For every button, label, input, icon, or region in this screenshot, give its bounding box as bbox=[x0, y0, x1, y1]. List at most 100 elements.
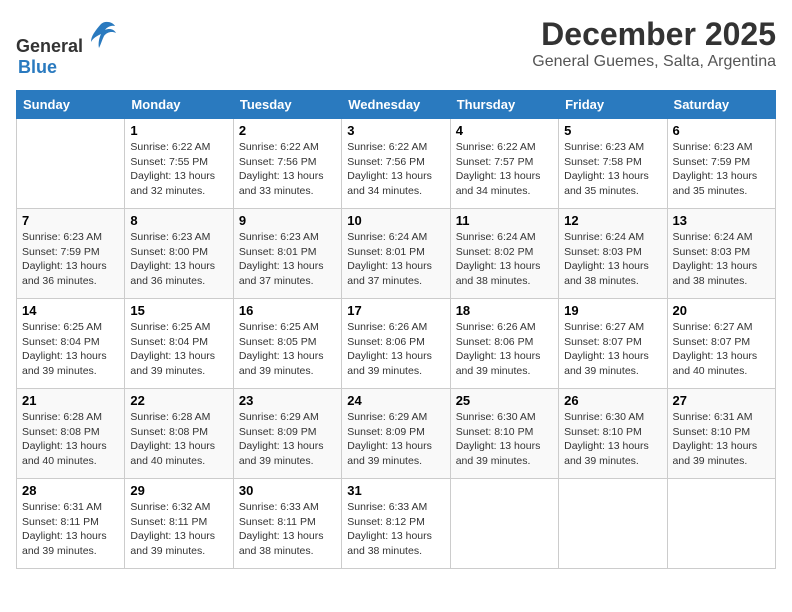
weekday-header-saturday: Saturday bbox=[667, 91, 775, 119]
calendar-cell bbox=[450, 479, 558, 569]
location-title: General Guemes, Salta, Argentina bbox=[532, 53, 776, 71]
day-number: 7 bbox=[22, 213, 119, 228]
month-title: December 2025 bbox=[532, 16, 776, 53]
calendar-cell: 18 Sunrise: 6:26 AM Sunset: 8:06 PM Dayli… bbox=[450, 299, 558, 389]
calendar-cell: 19Sunrise: 6:27 AM Sunset: 8:07 PM Dayli… bbox=[559, 299, 667, 389]
day-info: Sunrise: 6:30 AM Sunset: 8:10 PM Dayligh… bbox=[456, 410, 553, 469]
day-info: Sunrise: 6:32 AM Sunset: 8:11 PM Dayligh… bbox=[130, 500, 227, 559]
day-info: Sunrise: 6:29 AM Sunset: 8:09 PM Dayligh… bbox=[347, 410, 444, 469]
calendar-cell: 6 Sunrise: 6:23 AM Sunset: 7:59 PM Daylig… bbox=[667, 119, 775, 209]
calendar-cell: 5 Sunrise: 6:23 AM Sunset: 7:58 PM Daylig… bbox=[559, 119, 667, 209]
day-number: 5 bbox=[564, 123, 661, 138]
day-info: Sunrise: 6:25 AM Sunset: 8:04 PM Dayligh… bbox=[130, 320, 227, 379]
day-info: Sunrise: 6:26 AM Sunset: 8:06 PM Dayligh… bbox=[456, 320, 553, 379]
calendar-week-5: 28Sunrise: 6:31 AM Sunset: 8:11 PM Dayli… bbox=[17, 479, 776, 569]
day-info: Sunrise: 6:23 AM Sunset: 7:58 PM Dayligh… bbox=[564, 140, 661, 199]
day-number: 18 bbox=[456, 303, 553, 318]
day-number: 16 bbox=[239, 303, 336, 318]
calendar-cell: 2 Sunrise: 6:22 AM Sunset: 7:56 PM Daylig… bbox=[233, 119, 341, 209]
calendar-cell: 8 Sunrise: 6:23 AM Sunset: 8:00 PM Daylig… bbox=[125, 209, 233, 299]
calendar-cell: 13 Sunrise: 6:24 AM Sunset: 8:03 PM Dayli… bbox=[667, 209, 775, 299]
weekday-header-monday: Monday bbox=[125, 91, 233, 119]
day-info: Sunrise: 6:31 AM Sunset: 8:10 PM Dayligh… bbox=[673, 410, 770, 469]
day-number: 29 bbox=[130, 483, 227, 498]
calendar-cell: 20 Sunrise: 6:27 AM Sunset: 8:07 PM Dayli… bbox=[667, 299, 775, 389]
calendar-cell: 17 Sunrise: 6:26 AM Sunset: 8:06 PM Dayli… bbox=[342, 299, 450, 389]
calendar-cell: 23Sunrise: 6:29 AM Sunset: 8:09 PM Dayli… bbox=[233, 389, 341, 479]
day-number: 9 bbox=[239, 213, 336, 228]
day-info: Sunrise: 6:25 AM Sunset: 8:05 PM Dayligh… bbox=[239, 320, 336, 379]
calendar-cell: 10Sunrise: 6:24 AM Sunset: 8:01 PM Dayli… bbox=[342, 209, 450, 299]
day-number: 27 bbox=[673, 393, 770, 408]
calendar-cell: 16 Sunrise: 6:25 AM Sunset: 8:05 PM Dayli… bbox=[233, 299, 341, 389]
day-number: 22 bbox=[130, 393, 227, 408]
calendar-week-2: 7 Sunrise: 6:23 AM Sunset: 7:59 PM Daylig… bbox=[17, 209, 776, 299]
day-number: 31 bbox=[347, 483, 444, 498]
weekday-header-thursday: Thursday bbox=[450, 91, 558, 119]
day-info: Sunrise: 6:24 AM Sunset: 8:01 PM Dayligh… bbox=[347, 230, 444, 289]
day-number: 30 bbox=[239, 483, 336, 498]
calendar-cell: 30 Sunrise: 6:33 AM Sunset: 8:11 PM Dayli… bbox=[233, 479, 341, 569]
calendar-cell: 15Sunrise: 6:25 AM Sunset: 8:04 PM Dayli… bbox=[125, 299, 233, 389]
day-info: Sunrise: 6:24 AM Sunset: 8:03 PM Dayligh… bbox=[564, 230, 661, 289]
day-number: 8 bbox=[130, 213, 227, 228]
logo-blue: Blue bbox=[18, 57, 57, 77]
day-info: Sunrise: 6:28 AM Sunset: 8:08 PM Dayligh… bbox=[130, 410, 227, 469]
logo-text: General bbox=[16, 16, 119, 57]
day-number: 14 bbox=[22, 303, 119, 318]
weekday-header-tuesday: Tuesday bbox=[233, 91, 341, 119]
logo-bird-icon bbox=[83, 16, 119, 52]
day-number: 4 bbox=[456, 123, 553, 138]
calendar-cell: 4 Sunrise: 6:22 AM Sunset: 7:57 PM Daylig… bbox=[450, 119, 558, 209]
day-number: 13 bbox=[673, 213, 770, 228]
weekday-header-friday: Friday bbox=[559, 91, 667, 119]
calendar-week-4: 21 Sunrise: 6:28 AM Sunset: 8:08 PM Dayli… bbox=[17, 389, 776, 479]
calendar-cell: 9 Sunrise: 6:23 AM Sunset: 8:01 PM Daylig… bbox=[233, 209, 341, 299]
day-number: 19 bbox=[564, 303, 661, 318]
calendar-cell bbox=[17, 119, 125, 209]
day-info: Sunrise: 6:22 AM Sunset: 7:56 PM Dayligh… bbox=[239, 140, 336, 199]
day-info: Sunrise: 6:30 AM Sunset: 8:10 PM Dayligh… bbox=[564, 410, 661, 469]
weekday-header-sunday: Sunday bbox=[17, 91, 125, 119]
day-number: 12 bbox=[564, 213, 661, 228]
calendar-cell: 25 Sunrise: 6:30 AM Sunset: 8:10 PM Dayli… bbox=[450, 389, 558, 479]
day-info: Sunrise: 6:22 AM Sunset: 7:57 PM Dayligh… bbox=[456, 140, 553, 199]
day-number: 25 bbox=[456, 393, 553, 408]
day-number: 24 bbox=[347, 393, 444, 408]
day-info: Sunrise: 6:26 AM Sunset: 8:06 PM Dayligh… bbox=[347, 320, 444, 379]
calendar-cell: 1 Sunrise: 6:22 AM Sunset: 7:55 PM Daylig… bbox=[125, 119, 233, 209]
day-number: 2 bbox=[239, 123, 336, 138]
calendar-cell: 24 Sunrise: 6:29 AM Sunset: 8:09 PM Dayli… bbox=[342, 389, 450, 479]
day-info: Sunrise: 6:23 AM Sunset: 8:01 PM Dayligh… bbox=[239, 230, 336, 289]
calendar-cell: 14Sunrise: 6:25 AM Sunset: 8:04 PM Dayli… bbox=[17, 299, 125, 389]
logo: General Blue bbox=[16, 16, 119, 78]
weekday-header-wednesday: Wednesday bbox=[342, 91, 450, 119]
day-info: Sunrise: 6:23 AM Sunset: 8:00 PM Dayligh… bbox=[130, 230, 227, 289]
day-number: 17 bbox=[347, 303, 444, 318]
day-info: Sunrise: 6:23 AM Sunset: 7:59 PM Dayligh… bbox=[673, 140, 770, 199]
day-info: Sunrise: 6:22 AM Sunset: 7:55 PM Dayligh… bbox=[130, 140, 227, 199]
day-number: 1 bbox=[130, 123, 227, 138]
calendar-cell: 3Sunrise: 6:22 AM Sunset: 7:56 PM Daylig… bbox=[342, 119, 450, 209]
calendar-cell: 26 Sunrise: 6:30 AM Sunset: 8:10 PM Dayli… bbox=[559, 389, 667, 479]
weekday-header-row: SundayMondayTuesdayWednesdayThursdayFrid… bbox=[17, 91, 776, 119]
day-info: Sunrise: 6:29 AM Sunset: 8:09 PM Dayligh… bbox=[239, 410, 336, 469]
calendar-cell: 21Sunrise: 6:28 AM Sunset: 8:08 PM Dayli… bbox=[17, 389, 125, 479]
day-info: Sunrise: 6:24 AM Sunset: 8:03 PM Dayligh… bbox=[673, 230, 770, 289]
day-info: Sunrise: 6:33 AM Sunset: 8:11 PM Dayligh… bbox=[239, 500, 336, 559]
day-number: 20 bbox=[673, 303, 770, 318]
day-info: Sunrise: 6:33 AM Sunset: 8:12 PM Dayligh… bbox=[347, 500, 444, 559]
day-info: Sunrise: 6:23 AM Sunset: 7:59 PM Dayligh… bbox=[22, 230, 119, 289]
calendar-cell: 29 Sunrise: 6:32 AM Sunset: 8:11 PM Dayli… bbox=[125, 479, 233, 569]
day-number: 6 bbox=[673, 123, 770, 138]
calendar-cell: 27 Sunrise: 6:31 AM Sunset: 8:10 PM Dayli… bbox=[667, 389, 775, 479]
day-number: 26 bbox=[564, 393, 661, 408]
calendar-cell: 7 Sunrise: 6:23 AM Sunset: 7:59 PM Daylig… bbox=[17, 209, 125, 299]
day-number: 11 bbox=[456, 213, 553, 228]
calendar-cell: 11Sunrise: 6:24 AM Sunset: 8:02 PM Dayli… bbox=[450, 209, 558, 299]
day-info: Sunrise: 6:27 AM Sunset: 8:07 PM Dayligh… bbox=[673, 320, 770, 379]
day-number: 21 bbox=[22, 393, 119, 408]
day-number: 28 bbox=[22, 483, 119, 498]
calendar-table: SundayMondayTuesdayWednesdayThursdayFrid… bbox=[16, 90, 776, 569]
calendar-cell: 28Sunrise: 6:31 AM Sunset: 8:11 PM Dayli… bbox=[17, 479, 125, 569]
